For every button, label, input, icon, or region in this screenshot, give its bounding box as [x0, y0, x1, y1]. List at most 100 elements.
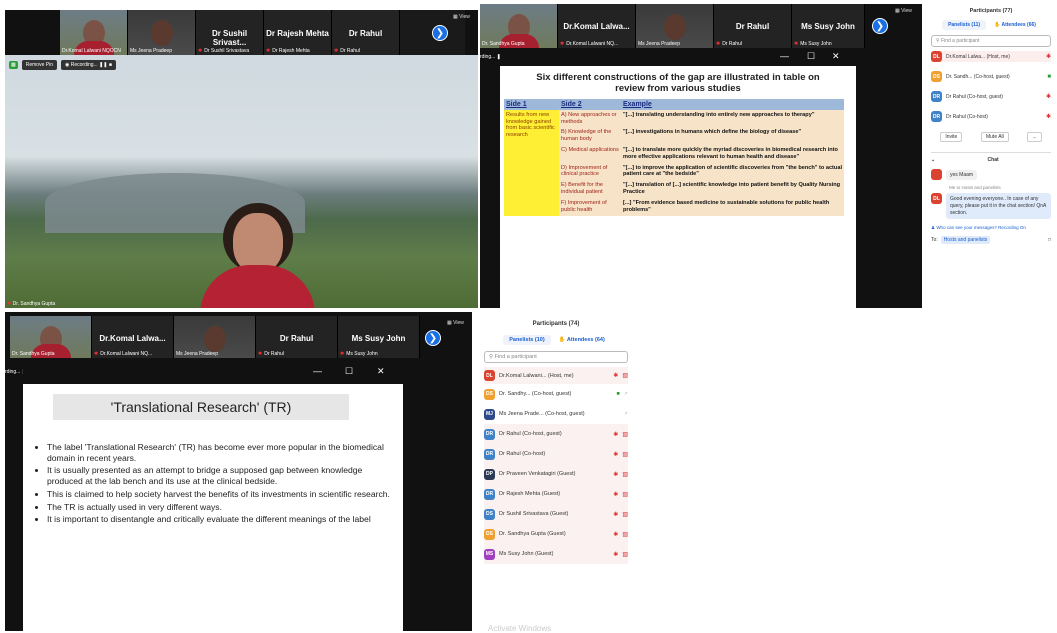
- file-icon[interactable]: □: [1048, 237, 1051, 243]
- next-page-icon[interactable]: ❯: [432, 25, 448, 41]
- q1-window: Dr.Komal Lalwani NQOCN Ms Jeena Pradeep …: [5, 10, 478, 308]
- q2-tile-1[interactable]: Dr. Sandhya Gupta: [480, 4, 558, 48]
- invite-button[interactable]: Invite: [940, 132, 963, 142]
- mute-all-button[interactable]: Mute All: [980, 132, 1009, 142]
- q2-tile-2[interactable]: Dr.Komal Lalwa... ✱ Dr.Komal Lalwani NQ..…: [558, 4, 636, 48]
- mic-muted-icon[interactable]: ✱: [1046, 93, 1051, 100]
- list-item[interactable]: MJ Ms Jeena Prade... (Co-host, guest) ♂: [484, 404, 628, 424]
- list-item[interactable]: DL Dr.Komal Lalwa... (Host, me) ✱: [931, 51, 1051, 62]
- list-item[interactable]: MS Ms Susy John (Guest) ✱ ▧: [484, 544, 628, 564]
- camera-off-icon[interactable]: ▧: [622, 372, 628, 379]
- camera-off-icon[interactable]: ▧: [622, 531, 628, 538]
- mic-muted-icon[interactable]: ✱: [613, 471, 618, 478]
- q1-tile-4[interactable]: Dr Rajesh Mehta ✱ Dr Rajesh Mehta: [264, 10, 332, 55]
- list-item[interactable]: DR Dr Rahul (Co-host, guest) ✱ ▧: [484, 424, 628, 444]
- side2-cell: C) Medical applications: [559, 145, 621, 163]
- camera-off-icon[interactable]: ▧: [622, 511, 628, 518]
- list-item[interactable]: DS Dr. Sandhy... (Co-host, guest) ■ ♂: [484, 384, 628, 404]
- minimize-icon[interactable]: —: [313, 366, 322, 376]
- camera-on-icon[interactable]: ■: [617, 391, 620, 397]
- speaker-face: [233, 213, 283, 273]
- q4-search-input[interactable]: ⚲ Find a participant: [484, 351, 628, 363]
- view-button[interactable]: ▦ View: [895, 8, 912, 14]
- list-item[interactable]: DR Dr Rajesh Mehta (Guest) ✱ ▧: [484, 484, 628, 504]
- tab-panelists[interactable]: Panelists (11): [942, 20, 987, 30]
- more-button[interactable]: ...: [1027, 132, 1042, 142]
- chevron-down-icon[interactable]: ⌄: [931, 157, 935, 163]
- camera-off-icon[interactable]: ▧: [622, 431, 628, 438]
- q1-tile-3[interactable]: Dr Sushil Srivast... ✱ Dr Sushil Srivasta…: [196, 10, 264, 55]
- q2-search-input[interactable]: ⚲ Find a participant: [931, 35, 1051, 47]
- q3-tile-2[interactable]: Dr.Komal Lalwa... ✱ Dr.Komal Lalwani NQ..…: [92, 316, 174, 358]
- q3-slide-bullets: The label 'Translational Research' (TR) …: [47, 442, 393, 525]
- avatar: DR: [484, 428, 495, 440]
- mic-muted-icon[interactable]: ✱: [613, 511, 618, 518]
- list-item[interactable]: DS Dr Sushil Srivastava (Guest) ✱ ▧: [484, 504, 628, 524]
- mic-muted-icon[interactable]: ✱: [613, 551, 618, 558]
- recording-indicator[interactable]: ◉ Recording... ❚❚ ■: [60, 60, 116, 70]
- list-item[interactable]: DL Dr.Komal Lalwani... (Host, me) ✱ ▧: [484, 367, 628, 384]
- speaker-body: [200, 265, 315, 308]
- list-item[interactable]: DR Dr Rahul (Co-host, guest) ✱: [931, 91, 1051, 102]
- camera-off-icon[interactable]: ▧: [622, 471, 628, 478]
- view-button[interactable]: ▦ View: [453, 14, 470, 20]
- q1-toolbar: ▩ Remove Pin ◉ Recording... ❚❚ ■: [9, 60, 116, 70]
- maximize-icon[interactable]: ☐: [345, 366, 353, 377]
- microphone-icon[interactable]: ♂: [624, 411, 628, 417]
- mic-muted-icon[interactable]: ✱: [613, 451, 618, 458]
- microphone-icon[interactable]: ♂: [624, 391, 628, 397]
- tab-panelists[interactable]: Panelists (10): [503, 335, 551, 345]
- maximize-icon[interactable]: ☐: [807, 51, 815, 62]
- remove-pin-button[interactable]: Remove Pin: [21, 60, 57, 70]
- q1-tile-1[interactable]: Dr.Komal Lalwani NQOCN: [60, 10, 128, 55]
- q2-shared-slide: Six different constructions of the gap a…: [500, 66, 856, 308]
- list-item[interactable]: DR Dr Rahul (Co-host) ✱ ▧: [484, 444, 628, 464]
- mic-muted-icon: ✱: [266, 48, 271, 54]
- mic-muted-icon[interactable]: ✱: [613, 491, 618, 498]
- minimize-icon[interactable]: —: [780, 51, 789, 61]
- mic-muted-icon[interactable]: ✱: [613, 531, 618, 538]
- tab-attendees[interactable]: ✋ Attendees (66): [990, 20, 1040, 30]
- q1-tile-2[interactable]: Ms Jeena Pradeep: [128, 10, 196, 55]
- mic-muted-icon[interactable]: ✱: [1046, 53, 1051, 60]
- q2-tile-4[interactable]: Dr Rahul ✱ Dr Rahul: [714, 4, 792, 48]
- who-can-see-note[interactable]: ♟ Who can see your messages? Recording O…: [931, 225, 1051, 231]
- q1-tile-5[interactable]: Dr Rahul ✱ Dr Rahul: [332, 10, 400, 55]
- shared-window-titlebar: — ☐ ✕: [23, 362, 403, 384]
- recipient-dropdown[interactable]: Hosts and panelists: [940, 236, 991, 245]
- q1-tile-2-face: [150, 20, 173, 46]
- q2-tile-3[interactable]: Ms Jeena Pradeep: [636, 4, 714, 48]
- q3-tile-3[interactable]: Ms Jeena Pradeep: [174, 316, 256, 358]
- q3-tile-1[interactable]: Dr. Sandhya Gupta: [10, 316, 92, 358]
- participant-name: Ms Susy John (Guest): [499, 551, 554, 557]
- camera-off-icon[interactable]: ▧: [622, 451, 628, 458]
- next-page-icon[interactable]: ❯: [425, 330, 441, 346]
- next-page-icon[interactable]: ❯: [872, 18, 888, 34]
- tab-attendees[interactable]: ✋ Attendees (64): [555, 335, 609, 345]
- close-icon[interactable]: ✕: [832, 51, 840, 62]
- view-button[interactable]: ▦ View: [447, 320, 464, 326]
- list-item[interactable]: DR Dr Rahul (Co-host) ✱: [931, 111, 1051, 122]
- participant-name: Ms Jeena Prade... (Co-host, guest): [499, 411, 585, 417]
- close-icon[interactable]: ✕: [377, 366, 385, 377]
- list-item[interactable]: DS Dr. Sandhya Gupta (Guest) ✱ ▧: [484, 524, 628, 544]
- participant-name: Dr.Komal Lalwa... (Host, me): [946, 53, 1010, 60]
- q3-tile-5[interactable]: Ms Susy John ✱ Ms Susy John: [338, 316, 420, 358]
- participant-name: Dr Sushil Srivastava (Guest): [499, 511, 569, 517]
- q2-tile-3-face: [663, 14, 686, 40]
- camera-off-icon[interactable]: ▧: [622, 551, 628, 558]
- bullet-item: It is important to disentangle and criti…: [47, 514, 393, 525]
- mic-muted-icon[interactable]: ✱: [1046, 113, 1051, 120]
- list-item[interactable]: DP Dr Praveen Venkatagiri (Guest) ✱ ▧: [484, 464, 628, 484]
- camera-on-icon[interactable]: ■: [1047, 74, 1051, 80]
- list-item[interactable]: DS Dr. Sandh... (Co-host, guest) ■: [931, 71, 1051, 82]
- avatar: DS: [931, 71, 942, 82]
- camera-off-icon[interactable]: ▧: [622, 491, 628, 498]
- q2-tile-5[interactable]: Ms Susy John ✱ Ms Susy John: [792, 4, 865, 48]
- chat-header: ⌄ Chat: [931, 152, 1051, 163]
- mic-muted-icon[interactable]: ✱: [613, 372, 618, 379]
- header-side2: Side 2: [559, 98, 621, 110]
- q3-tile-4[interactable]: Dr Rahul ✱ Dr Rahul: [256, 316, 338, 358]
- mic-muted-icon[interactable]: ✱: [613, 431, 618, 438]
- avatar: DL: [931, 193, 942, 204]
